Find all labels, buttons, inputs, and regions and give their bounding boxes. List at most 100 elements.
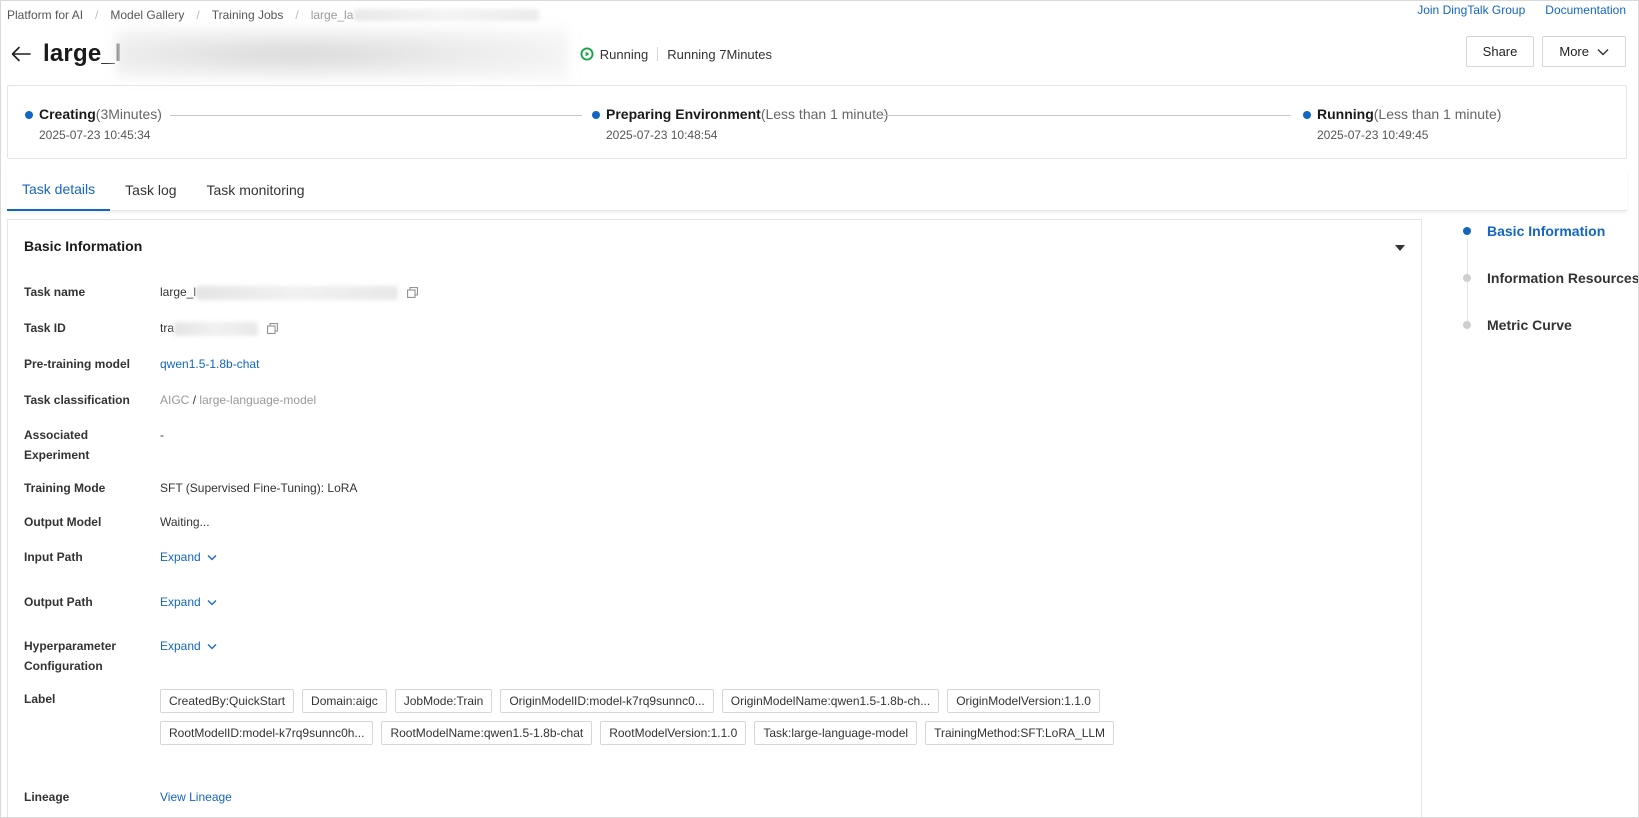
- stage-running: Running(Less than 1 minute) 2025-07-23 1…: [1303, 106, 1502, 142]
- row-task-name: Task name large_l: [24, 282, 419, 302]
- stage-dot: [1303, 111, 1311, 119]
- row-lineage: Lineage View Lineage: [24, 787, 232, 807]
- row-output-model: Output Model Waiting...: [24, 512, 210, 532]
- tab-task-log[interactable]: Task log: [110, 169, 191, 211]
- field-label: Input Path: [24, 550, 83, 564]
- field-label: Pre-training model: [24, 357, 131, 371]
- field-label: Associated: [24, 428, 89, 442]
- copy-icon[interactable]: [407, 287, 419, 299]
- label-tag: Domain:aigc: [302, 689, 387, 713]
- field-label: Training Mode: [24, 481, 106, 495]
- label-tag: RootModelVersion:1.1.0: [600, 721, 747, 745]
- stage-time: 2025-07-23 10:49:45: [1317, 128, 1429, 142]
- arrow-left-icon: [11, 46, 31, 62]
- field-label: Output Model: [24, 515, 102, 529]
- label-tag: TrainingMethod:SFT:LoRA_LLM: [925, 721, 1115, 745]
- anchor-dot: [1463, 227, 1471, 235]
- expand-label: Expand: [160, 550, 201, 564]
- stage-creating: Creating(3Minutes) 2025-07-23 10:45:34: [25, 106, 162, 142]
- page-frame: Platform for AI / Model Gallery / Traini…: [0, 0, 1639, 818]
- hyperparameter-expand[interactable]: Expand: [160, 636, 217, 656]
- stage-duration: (Less than 1 minute): [1373, 106, 1502, 122]
- tab-task-monitoring[interactable]: Task monitoring: [192, 169, 320, 211]
- anchor-information-resources[interactable]: Information Resources: [1487, 270, 1638, 286]
- expand-label: Expand: [160, 595, 201, 609]
- join-dingtalk-link[interactable]: Join DingTalk Group: [1417, 3, 1525, 17]
- breadcrumb-platform[interactable]: Platform for AI: [7, 8, 83, 22]
- timeline-connector: [170, 115, 582, 116]
- anchor-dot: [1463, 321, 1471, 329]
- breadcrumb-separator: /: [295, 8, 299, 22]
- row-associated-experiment: Associated Experiment -: [24, 425, 164, 465]
- status-divider: [657, 47, 659, 61]
- job-progress-timeline: Creating(3Minutes) 2025-07-23 10:45:34 P…: [7, 85, 1627, 159]
- documentation-link[interactable]: Documentation: [1545, 3, 1626, 17]
- tab-task-details[interactable]: Task details: [7, 169, 111, 211]
- redacted-text: [354, 9, 540, 21]
- page-header: large_l Running Running 7Minutes: [9, 29, 773, 79]
- redacted-text: [174, 321, 259, 336]
- stage-duration: (3Minutes): [95, 106, 162, 122]
- output-model-value: Waiting...: [160, 515, 210, 529]
- more-button[interactable]: More: [1542, 36, 1626, 67]
- task-id-value: tra: [160, 321, 175, 335]
- running-duration: Running 7Minutes: [667, 46, 773, 62]
- label-tag: RootModelID:model-k7rq9sunnc0h...: [160, 721, 374, 745]
- field-label: Task classification: [24, 393, 130, 407]
- breadcrumb: Platform for AI / Model Gallery / Traini…: [7, 8, 540, 22]
- chevron-down-icon: [207, 554, 217, 560]
- breadcrumb-training-jobs[interactable]: Training Jobs: [212, 8, 284, 22]
- classification-domain: AIGC: [160, 393, 190, 407]
- stage-name: Preparing Environment: [606, 106, 761, 122]
- expand-label: Expand: [160, 639, 201, 653]
- timeline-connector: [874, 115, 1291, 116]
- section-title: Basic Information: [24, 238, 143, 254]
- label-tag: OriginModelVersion:1.1.0: [947, 689, 1100, 713]
- row-hyperparameter-configuration: Hyperparameter Configuration Expand: [24, 636, 217, 676]
- field-label: Task ID: [24, 321, 66, 335]
- training-mode-value: SFT (Supervised Fine-Tuning): LoRA: [160, 481, 358, 495]
- view-lineage-link[interactable]: View Lineage: [160, 790, 232, 804]
- stage-dot: [592, 111, 600, 119]
- back-button[interactable]: [9, 42, 33, 66]
- stage-name: Creating: [39, 106, 96, 122]
- label-tag: JobMode:Train: [394, 689, 493, 713]
- caret-down-icon[interactable]: [1393, 242, 1407, 254]
- breadcrumb-model-gallery[interactable]: Model Gallery: [110, 8, 184, 22]
- field-label: Lineage: [24, 790, 70, 804]
- row-pretraining-model: Pre-training model qwen1.5-1.8b-chat: [24, 354, 259, 374]
- field-label: Hyperparameter: [24, 639, 117, 653]
- output-path-expand[interactable]: Expand: [160, 592, 217, 612]
- redacted-text: [196, 285, 399, 300]
- status-text: Running: [599, 46, 649, 62]
- stage-duration: (Less than 1 minute): [760, 106, 889, 122]
- anchor-nav-track: [1467, 239, 1468, 325]
- label-tag: Task:large-language-model: [754, 721, 918, 745]
- share-button[interactable]: Share: [1465, 36, 1535, 67]
- anchor-basic-information[interactable]: Basic Information: [1487, 223, 1605, 239]
- row-task-id: Task ID tra: [24, 318, 279, 338]
- associated-experiment-value: -: [160, 428, 164, 442]
- stage-preparing: Preparing Environment(Less than 1 minute…: [592, 106, 889, 142]
- label-tag: CreatedBy:QuickStart: [160, 689, 295, 713]
- field-label: Output Path: [24, 595, 93, 609]
- classification-type: large-language-model: [199, 393, 317, 407]
- pretraining-model-link[interactable]: qwen1.5-1.8b-chat: [160, 357, 259, 371]
- stage-time: 2025-07-23 10:45:34: [39, 128, 151, 142]
- anchor-dot: [1463, 274, 1471, 282]
- input-path-expand[interactable]: Expand: [160, 547, 217, 567]
- field-label: Configuration: [24, 659, 103, 673]
- redacted-title: [115, 29, 568, 79]
- copy-icon[interactable]: [267, 323, 279, 335]
- basic-information-panel: Basic Information Task name large_l Task…: [7, 219, 1422, 817]
- stage-time: 2025-07-23 10:48:54: [606, 128, 718, 142]
- stage-dot: [25, 111, 33, 119]
- anchor-metric-curve[interactable]: Metric Curve: [1487, 317, 1572, 333]
- more-button-label: More: [1559, 44, 1589, 59]
- field-label: Label: [24, 692, 56, 706]
- field-label: Experiment: [24, 448, 90, 462]
- label-tag-list: CreatedBy:QuickStart Domain:aigc JobMode…: [160, 689, 1320, 745]
- running-status-icon: [580, 47, 594, 61]
- row-label: Label CreatedBy:QuickStart Domain:aigc J…: [24, 689, 1320, 745]
- detail-tabs: Task details Task log Task monitoring: [7, 169, 1627, 211]
